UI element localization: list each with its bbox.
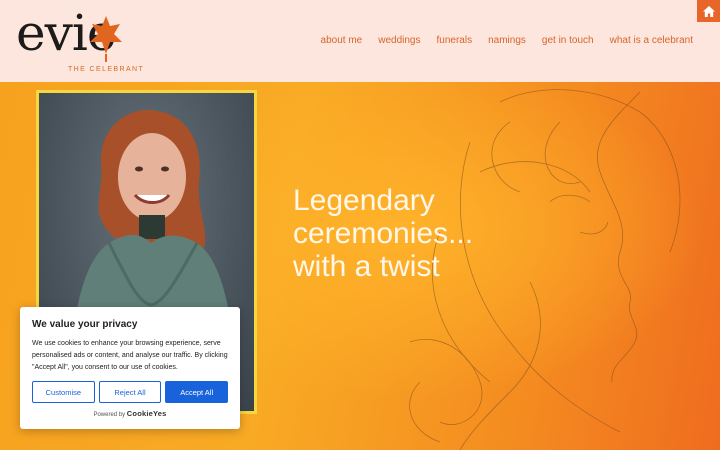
- hero-line-2: ceremonies...: [293, 217, 474, 250]
- customise-button[interactable]: Customise: [32, 381, 95, 403]
- hero-line-1: Legendary: [293, 184, 435, 217]
- hero-headline: Legendary ceremonies... with a twist: [293, 184, 533, 283]
- cookie-button-row: Customise Reject All Accept All: [32, 381, 229, 403]
- leaf-icon: [90, 16, 122, 62]
- nav-namings[interactable]: namings: [488, 35, 526, 46]
- cookie-title: We value your privacy: [32, 319, 138, 330]
- logo-tagline: THE CELEBRANT: [68, 66, 145, 73]
- main-nav: about me weddings funerals namings get i…: [321, 35, 693, 46]
- cookie-consent-banner: We value your privacy We use cookies to …: [20, 307, 240, 429]
- cookieyes-logo: CookieYes: [126, 409, 167, 418]
- site-header: evie THE CELEBRANT about me weddings fun…: [0, 0, 720, 82]
- cookie-description: We use cookies to enhance your browsing …: [32, 340, 228, 371]
- hero-line-3: with a twist: [293, 250, 440, 283]
- powered-by[interactable]: Powered by CookieYes: [32, 409, 228, 418]
- powered-by-label: Powered by: [93, 412, 126, 418]
- nav-funerals[interactable]: funerals: [437, 35, 473, 46]
- site-logo[interactable]: evie THE CELEBRANT: [16, 4, 146, 76]
- nav-get-in-touch[interactable]: get in touch: [542, 35, 594, 46]
- nav-weddings[interactable]: weddings: [378, 35, 420, 46]
- home-icon: [702, 5, 715, 17]
- nav-what-is-a-celebrant[interactable]: what is a celebrant: [610, 35, 693, 46]
- nav-about-me[interactable]: about me: [321, 35, 363, 46]
- accept-all-button[interactable]: Accept All: [165, 381, 229, 403]
- home-button[interactable]: [697, 0, 720, 22]
- reject-all-button[interactable]: Reject All: [98, 381, 162, 403]
